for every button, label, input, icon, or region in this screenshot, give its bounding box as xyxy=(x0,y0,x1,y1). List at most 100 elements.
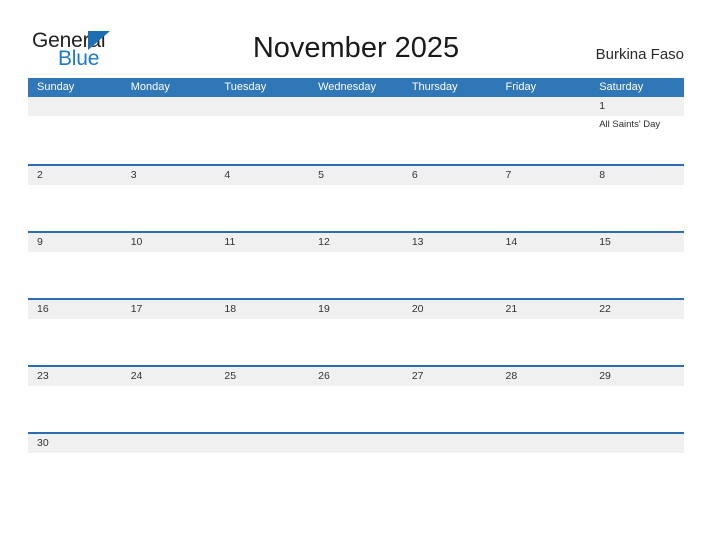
day-number: 25 xyxy=(224,370,237,382)
day-events xyxy=(131,453,216,456)
day-number: 11 xyxy=(224,236,236,248)
day-events xyxy=(131,319,216,322)
day-events xyxy=(599,453,684,456)
calendar-day-cell[interactable]: 12 xyxy=(309,233,403,300)
calendar-day-cell-empty xyxy=(403,434,497,501)
calendar-day-cell[interactable]: 6 xyxy=(403,166,497,233)
day-number: 13 xyxy=(411,236,424,248)
weekday-header-tuesday: Tuesday xyxy=(224,81,267,93)
day-events xyxy=(224,386,309,389)
day-events xyxy=(131,116,216,119)
day-events xyxy=(37,319,122,322)
calendar-day-cell[interactable]: 10 xyxy=(122,233,216,300)
calendar-week-row: 23 24 25 26 27 28 29 xyxy=(28,365,684,432)
calendar-day-cell[interactable]: 3 xyxy=(122,166,216,233)
calendar-day-cell[interactable]: 7 xyxy=(497,166,591,233)
calendar-day-cell[interactable]: 5 xyxy=(309,166,403,233)
calendar-day-cell-empty xyxy=(28,97,122,164)
day-number: 8 xyxy=(599,169,606,181)
day-number: 23 xyxy=(37,370,49,382)
calendar-day-cell[interactable]: 4 xyxy=(215,166,309,233)
calendar-day-cell[interactable]: 13 xyxy=(403,233,497,300)
week-day-cells: 9 10 11 12 13 14 15 xyxy=(28,233,684,300)
calendar-day-cell[interactable]: 15 xyxy=(590,233,684,300)
calendar-day-cell[interactable]: 25 xyxy=(215,367,309,434)
weekday-header-thursday: Thursday xyxy=(411,81,458,93)
calendar-day-cell[interactable]: 30 xyxy=(28,434,122,501)
calendar-page: General Blue November 2025 Burkina Faso … xyxy=(0,0,712,550)
calendar-day-cell[interactable]: 21 xyxy=(497,300,591,367)
weekday-header-wednesday: Wednesday xyxy=(318,81,376,93)
calendar-week-row: 16 17 18 19 20 21 22 xyxy=(28,298,684,365)
calendar-day-cell[interactable]: 14 xyxy=(497,233,591,300)
calendar-day-cell-empty xyxy=(215,434,309,501)
day-number: 2 xyxy=(37,169,43,181)
day-events xyxy=(506,386,591,389)
day-number: 30 xyxy=(37,437,49,449)
day-number: 6 xyxy=(411,169,418,181)
week-day-cells: 23 24 25 26 27 28 29 xyxy=(28,367,684,434)
calendar-week-row: 9 10 11 12 13 14 15 xyxy=(28,231,684,298)
day-events xyxy=(599,386,684,389)
day-number: 3 xyxy=(130,169,137,181)
calendar-day-cell[interactable]: 29 xyxy=(590,367,684,434)
day-events xyxy=(506,185,591,188)
calendar-day-cell[interactable]: 16 xyxy=(28,300,122,367)
day-events xyxy=(506,453,591,456)
calendar-day-cell[interactable]: 11 xyxy=(215,233,309,300)
weekday-header-monday: Monday xyxy=(130,81,170,93)
day-event-label: All Saints' Day xyxy=(599,119,661,130)
day-events xyxy=(318,252,403,255)
day-number: 21 xyxy=(505,303,518,315)
calendar-day-cell[interactable]: 27 xyxy=(403,367,497,434)
day-number: 12 xyxy=(318,236,330,248)
calendar-day-cell[interactable]: 23 xyxy=(28,367,122,434)
calendar-day-cell[interactable]: 8 xyxy=(590,166,684,233)
calendar-day-cell[interactable]: 1 All Saints' Day xyxy=(590,97,684,164)
day-events xyxy=(599,185,684,188)
calendar-day-cell-empty xyxy=(122,97,216,164)
day-events xyxy=(318,453,403,456)
day-events xyxy=(224,453,309,456)
weekday-header-friday: Friday xyxy=(505,81,537,93)
day-events xyxy=(131,252,216,255)
day-events xyxy=(412,453,497,456)
day-number: 1 xyxy=(599,100,606,112)
day-number: 22 xyxy=(599,303,611,315)
day-events: All Saints' Day xyxy=(599,116,684,131)
day-events xyxy=(599,252,684,255)
calendar-day-cell[interactable]: 26 xyxy=(309,367,403,434)
day-number: 14 xyxy=(505,236,518,248)
day-number: 19 xyxy=(318,303,330,315)
day-number: 16 xyxy=(37,303,49,315)
day-number: 5 xyxy=(318,169,324,181)
calendar-day-cell[interactable]: 28 xyxy=(497,367,591,434)
day-events xyxy=(412,386,497,389)
calendar-day-cell[interactable]: 19 xyxy=(309,300,403,367)
day-number: 26 xyxy=(318,370,330,382)
day-events xyxy=(131,386,216,389)
day-events xyxy=(318,185,403,188)
day-number: 28 xyxy=(505,370,518,382)
day-events xyxy=(224,319,309,322)
calendar-day-cell-empty xyxy=(215,97,309,164)
calendar-day-cell[interactable]: 18 xyxy=(215,300,309,367)
calendar-day-cell[interactable]: 2 xyxy=(28,166,122,233)
day-number: 9 xyxy=(37,236,43,248)
day-events xyxy=(318,319,403,322)
page-header: General Blue November 2025 Burkina Faso xyxy=(0,0,712,76)
calendar-day-cell-empty xyxy=(497,97,591,164)
week-day-cells: 30 xyxy=(28,434,684,501)
calendar-day-cell[interactable]: 22 xyxy=(590,300,684,367)
calendar-day-cell[interactable]: 20 xyxy=(403,300,497,367)
calendar-weeks: 1 All Saints' Day 2 3 4 5 6 7 8 9 10 11 12 13 14 15 16 17… xyxy=(28,97,684,499)
day-events xyxy=(131,185,216,188)
day-number: 29 xyxy=(599,370,611,382)
day-events xyxy=(506,319,591,322)
calendar-day-cell-empty xyxy=(403,97,497,164)
week-day-cells: 16 17 18 19 20 21 22 xyxy=(28,300,684,367)
calendar-day-cell[interactable]: 24 xyxy=(122,367,216,434)
calendar-day-cell-empty xyxy=(497,434,591,501)
calendar-day-cell[interactable]: 17 xyxy=(122,300,216,367)
calendar-day-cell[interactable]: 9 xyxy=(28,233,122,300)
